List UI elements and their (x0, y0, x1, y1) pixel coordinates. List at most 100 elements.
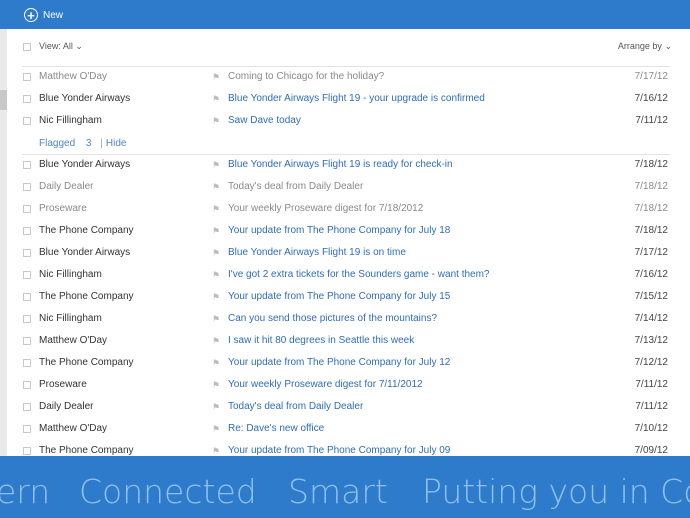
message-sender: Proseware (39, 379, 87, 390)
message-checkbox[interactable] (23, 227, 31, 235)
message-sender: Nic Fillingham (39, 115, 102, 126)
message-sender: Blue Yonder Airways (39, 159, 131, 170)
flag-icon[interactable]: ⚑ (212, 72, 220, 83)
message-subject: Can you send those pictures of the mount… (228, 313, 438, 324)
flag-icon[interactable]: ⚑ (212, 336, 220, 347)
flag-icon[interactable]: ⚑ (212, 292, 220, 303)
message-date: 7/16/12 (634, 93, 668, 104)
message-row[interactable]: Nic Fillingham ⚑ Saw Dave today 7/11/12 (0, 110, 690, 132)
message-date: 7/10/12 (634, 423, 668, 434)
message-row[interactable]: Matthew O'Day ⚑ Coming to Chicago for the … (0, 66, 690, 88)
message-date: 7/16/12 (634, 269, 668, 280)
flagged-group-header: Flagged 3 | Hide (39, 138, 126, 149)
message-row[interactable]: Proseware ⚑ Your weekly Proseware digest f… (0, 374, 690, 396)
message-sender: Proseware (39, 203, 87, 214)
banner-word: ern (0, 472, 51, 511)
flag-icon[interactable]: ⚑ (212, 402, 220, 413)
flag-icon[interactable]: ⚑ (212, 358, 220, 369)
banner-word: Putting you in Cor (422, 472, 690, 511)
message-sender: Matthew O'Day (39, 71, 108, 82)
message-checkbox[interactable] (23, 447, 31, 455)
marketing-banner: ern Connected Smart Putting you in Cor (0, 456, 690, 518)
message-row[interactable]: Blue Yonder Airways ⚑ Blue Yonder Airways … (0, 88, 690, 110)
flag-icon[interactable]: ⚑ (212, 160, 220, 171)
message-row[interactable]: Nic Fillingham ⚑ Can you send those pictur… (0, 308, 690, 330)
flagged-label[interactable]: Flagged (39, 138, 75, 149)
message-subject: Today's deal from Daily Dealer (228, 181, 364, 192)
banner-word: Connected (79, 472, 257, 511)
flag-icon[interactable]: ⚑ (212, 226, 220, 237)
hide-flagged-link[interactable]: Hide (106, 138, 127, 149)
message-sender: Blue Yonder Airways (39, 93, 131, 104)
message-subject: Your update from The Phone Company for J… (228, 225, 451, 236)
message-date: 7/18/12 (634, 225, 668, 236)
view-filter-dropdown[interactable]: View: All ⌄ (39, 41, 83, 52)
message-sender: The Phone Company (39, 291, 134, 302)
flag-icon[interactable]: ⚑ (212, 204, 220, 215)
flag-icon[interactable]: ⚑ (212, 380, 220, 391)
new-button[interactable]: + New (24, 6, 63, 24)
message-sender: Matthew O'Day (39, 423, 108, 434)
message-date: 7/15/12 (634, 291, 668, 302)
message-sender: The Phone Company (39, 225, 134, 236)
message-row[interactable]: Matthew O'Day ⚑ Re: Dave's new office 7/10/… (0, 418, 690, 440)
message-sender: Nic Fillingham (39, 313, 102, 324)
message-row[interactable]: Blue Yonder Airways ⚑ Blue Yonder Airways … (0, 154, 690, 176)
flag-icon[interactable]: ⚑ (212, 424, 220, 435)
flag-icon[interactable]: ⚑ (212, 248, 220, 259)
message-subject: Your weekly Proseware digest for 7/18/20… (228, 203, 424, 214)
message-subject: I've got 2 extra tickets for the Sounder… (228, 269, 490, 280)
message-checkbox[interactable] (23, 73, 31, 81)
message-subject: Today's deal from Daily Dealer (228, 401, 364, 412)
message-checkbox[interactable] (23, 205, 31, 213)
message-date: 7/12/12 (634, 357, 668, 368)
message-checkbox[interactable] (23, 359, 31, 367)
message-checkbox[interactable] (23, 337, 31, 345)
message-date: 7/17/12 (634, 71, 668, 82)
message-subject: Blue Yonder Airways Flight 19 - your upg… (228, 93, 485, 104)
message-checkbox[interactable] (23, 95, 31, 103)
message-checkbox[interactable] (23, 117, 31, 125)
message-sender: Blue Yonder Airways (39, 247, 131, 258)
message-date: 7/18/12 (634, 203, 668, 214)
message-checkbox[interactable] (23, 315, 31, 323)
message-checkbox[interactable] (23, 183, 31, 191)
message-row[interactable]: Matthew O'Day ⚑ I saw it hit 80 degrees in… (0, 330, 690, 352)
flag-icon[interactable]: ⚑ (212, 94, 220, 105)
message-row[interactable]: Daily Dealer ⚑ Today's deal from Daily Dea… (0, 396, 690, 418)
message-sender: Nic Fillingham (39, 269, 102, 280)
flag-icon[interactable]: ⚑ (212, 182, 220, 193)
message-row[interactable]: Nic Fillingham ⚑ I've got 2 extra tickets … (0, 264, 690, 286)
chevron-down-icon: ⌄ (75, 41, 83, 51)
message-checkbox[interactable] (23, 425, 31, 433)
message-subject: Coming to Chicago for the holiday? (228, 71, 385, 82)
message-checkbox[interactable] (23, 271, 31, 279)
flag-icon[interactable]: ⚑ (212, 116, 220, 127)
message-subject: Re: Dave's new office (228, 423, 325, 434)
arrange-by-label: Arrange by (617, 41, 662, 51)
message-checkbox[interactable] (23, 293, 31, 301)
message-subject: Saw Dave today (228, 115, 301, 126)
message-subject: Your update from The Phone Company for J… (228, 445, 451, 456)
message-checkbox[interactable] (23, 381, 31, 389)
list-toolbar: View: All ⌄ Arrange by ⌄ (0, 38, 690, 56)
message-row[interactable]: The Phone Company ⚑ Your update from The P… (0, 220, 690, 242)
message-subject: Blue Yonder Airways Flight 19 is ready f… (228, 159, 453, 170)
message-date: 7/11/12 (635, 401, 668, 412)
message-row[interactable]: Daily Dealer ⚑ Today's deal from Daily Dea… (0, 176, 690, 198)
message-checkbox[interactable] (23, 249, 31, 257)
message-row[interactable]: The Phone Company ⚑ Your update from The P… (0, 286, 690, 308)
message-checkbox[interactable] (23, 403, 31, 411)
flag-icon[interactable]: ⚑ (212, 270, 220, 281)
flag-icon[interactable]: ⚑ (212, 314, 220, 325)
message-checkbox[interactable] (23, 161, 31, 169)
message-row[interactable]: The Phone Company ⚑ Your update from The P… (0, 352, 690, 374)
message-date: 7/17/12 (634, 247, 668, 258)
message-subject: Your update from The Phone Company for J… (228, 291, 451, 302)
arrange-by-dropdown[interactable]: Arrange by ⌄ (618, 41, 672, 52)
message-row[interactable]: Proseware ⚑ Your weekly Proseware digest f… (0, 198, 690, 220)
message-row[interactable]: Blue Yonder Airways ⚑ Blue Yonder Airways … (0, 242, 690, 264)
message-subject: Blue Yonder Airways Flight 19 is on time (228, 247, 406, 258)
select-all-checkbox[interactable] (23, 43, 31, 51)
message-date: 7/18/12 (634, 181, 668, 192)
